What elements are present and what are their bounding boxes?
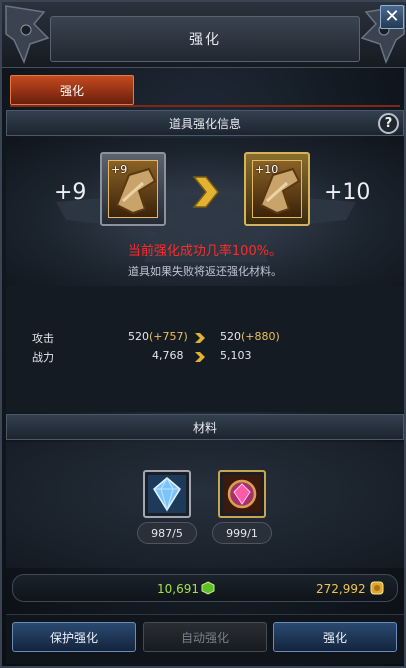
enhance-window: 强化 ✕ 强化 道具强化信息 ? +9 +9 +10 +10 当前强化成功几率1…: [0, 0, 406, 668]
gold-currency-value: 272,992: [316, 582, 366, 596]
fail-note-text: 道具如果失败将返还强化材料。: [128, 265, 282, 278]
materials-panel: [6, 442, 404, 568]
stat-attack-current-value: 520: [128, 330, 149, 343]
red-gem-icon: [223, 475, 261, 513]
green-currency-value: 10,691: [157, 582, 199, 596]
help-button[interactable]: ?: [378, 113, 399, 134]
material-slot-crystal[interactable]: [143, 470, 191, 518]
info-section-header: 道具强化信息 ?: [6, 110, 404, 136]
stat-attack-current-bonus: (+757): [149, 330, 188, 343]
title-plate: 强化: [50, 16, 360, 62]
to-level: +10: [324, 180, 371, 205]
stat-power-next: 5,103: [220, 349, 252, 362]
success-rate-text: 当前强化成功几率100%。: [127, 244, 283, 259]
chevron-right-icon: [195, 333, 205, 343]
stat-power-current: 4,768: [152, 349, 184, 362]
current-item-slot[interactable]: +9: [100, 152, 166, 226]
tab-enhance[interactable]: 强化: [10, 75, 134, 105]
chevron-right-icon: [195, 352, 205, 362]
material-slot-gem[interactable]: [218, 470, 266, 518]
window-header: 强化 ✕: [2, 2, 406, 68]
materials-section-title: 材料: [192, 420, 217, 435]
currency-bar: 10,691 272,992: [12, 574, 398, 602]
upgrade-arrow-icon: [192, 176, 219, 208]
stat-attack-current: 520(+757): [128, 330, 188, 343]
info-section-title: 道具强化信息: [168, 116, 241, 131]
protect-enhance-button[interactable]: 保护强化: [12, 622, 136, 652]
result-item-slot[interactable]: +10: [244, 152, 310, 226]
material-count-gem: 999/1: [212, 522, 272, 544]
stat-attack-next-value: 520: [220, 330, 241, 343]
enhance-button[interactable]: 强化: [273, 622, 397, 652]
stats-panel: [6, 286, 404, 412]
tab-divider: [10, 105, 400, 107]
stat-attack-next-bonus: (+880): [241, 330, 280, 343]
auto-enhance-button[interactable]: 自动强化: [143, 622, 267, 652]
armor-icon: +9: [108, 160, 158, 218]
stat-label-power: 战力: [32, 351, 54, 364]
page-title: 强化: [189, 32, 221, 48]
stat-label-attack: 攻击: [32, 332, 54, 345]
materials-section-header: 材料: [6, 414, 404, 440]
gold-coin-icon: [370, 581, 384, 595]
current-item-badge: +9: [111, 163, 128, 176]
material-count-crystal: 987/5: [137, 522, 197, 544]
stat-attack-next: 520(+880): [220, 330, 280, 343]
from-level: +9: [54, 180, 87, 205]
blue-crystal-icon: [148, 475, 186, 513]
armor-icon: +10: [252, 160, 302, 218]
close-button[interactable]: ✕: [380, 5, 404, 29]
ornament-left-icon: [5, 5, 50, 64]
result-item-badge: +10: [255, 163, 279, 176]
green-cube-icon: [201, 581, 215, 595]
